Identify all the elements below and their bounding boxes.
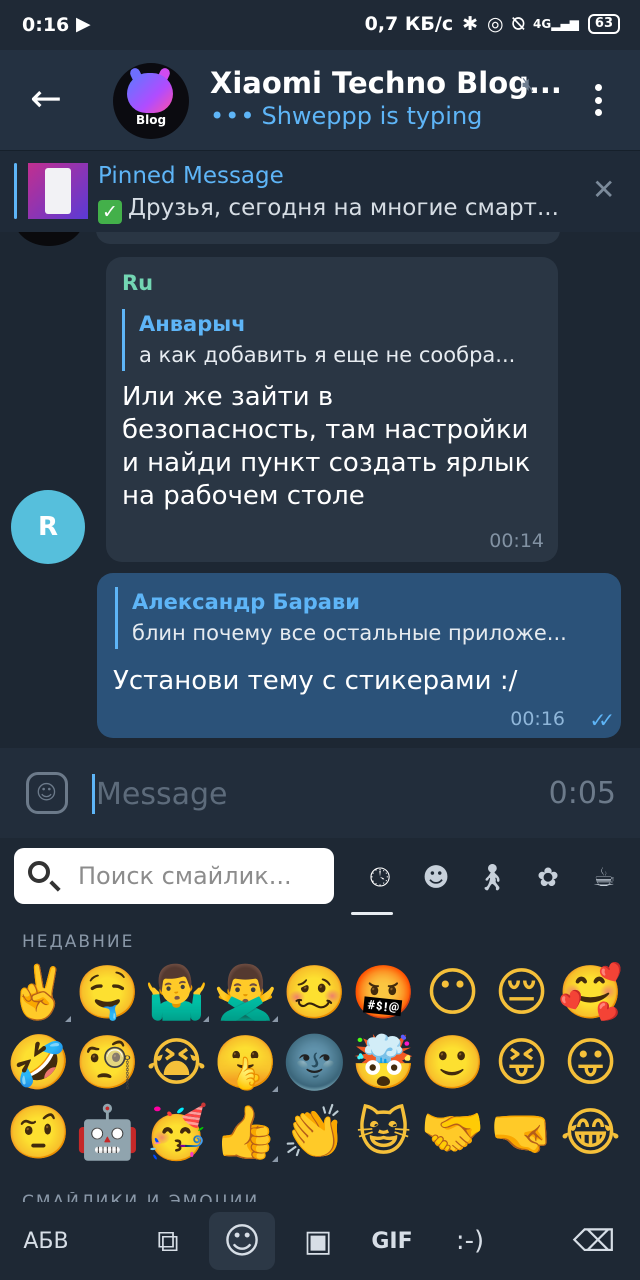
emoji-item[interactable]: 🤖: [73, 1098, 142, 1168]
message-time: 00:16: [510, 708, 565, 730]
gif-button[interactable]: GIF: [362, 1212, 422, 1270]
previous-sender-avatar: [14, 232, 84, 246]
text-cursor: [92, 774, 95, 814]
reply-text: блин почему все остальные приложе...: [132, 621, 567, 645]
muted-icon: 🔇︎: [522, 72, 535, 96]
status-right: 0,7 КБ/с ✱ ◎ ⍉ 4G▂▄▆ 63: [365, 13, 620, 35]
emoji-item[interactable]: 🤯: [349, 1028, 418, 1098]
reply-text: а как добавить я еще не сообра...: [139, 343, 516, 367]
emoji-item[interactable]: 🤨: [4, 1098, 73, 1168]
outgoing-message[interactable]: Александр Барави блин почему все остальн…: [97, 573, 621, 738]
previous-message-bubble[interactable]: [96, 232, 560, 244]
message-list[interactable]: Ru Анварыч а как добавить я еще не сообр…: [0, 232, 640, 748]
search-icon: [28, 861, 50, 883]
reply-author: Александр Барави: [132, 590, 360, 614]
emoji-item[interactable]: 🥳: [142, 1098, 211, 1168]
reply-quote[interactable]: Анварыч а как добавить я еще не сообра..…: [122, 309, 542, 371]
emoji-panel: 🕓︎ ☻ 🚶︎ ✿ ☕︎ НЕДАВНИЕ ✌️🤤🤷‍♂️🙅‍♂️🥴🤬😶😔🥰 🤣🧐…: [0, 838, 640, 1202]
more-menu-icon[interactable]: [586, 78, 610, 122]
clipboard-search-icon[interactable]: ⧉: [140, 1212, 196, 1270]
chat-header: ← Blog Xiaomi Techno Blog... 🔇︎ ••• Shwep…: [0, 50, 640, 150]
chat-avatar[interactable]: Blog: [113, 63, 189, 139]
nature-category-icon[interactable]: ✿: [520, 858, 576, 898]
emoji-item[interactable]: 🥴: [280, 958, 349, 1028]
emoji-item[interactable]: 🌚: [280, 1028, 349, 1098]
avatar-label: Blog: [135, 113, 167, 127]
sender-avatar[interactable]: R: [11, 490, 85, 564]
emoji-item[interactable]: 😺: [349, 1098, 418, 1168]
abc-keyboard-button[interactable]: АБВ: [14, 1212, 78, 1270]
emoji-item[interactable]: 😶: [418, 958, 487, 1028]
close-icon[interactable]: ✕: [592, 173, 615, 206]
message-time: 00:14: [489, 530, 544, 552]
emoji-search[interactable]: [14, 848, 334, 904]
pinned-accent-bar: [14, 163, 17, 219]
emoji-item[interactable]: 😝: [487, 1028, 556, 1098]
emoji-item[interactable]: 🤫: [211, 1028, 280, 1098]
signal-icon: 4G▂▄▆: [533, 17, 579, 31]
sticker-icon[interactable]: ▣: [290, 1212, 346, 1270]
emoji-item[interactable]: 🥰: [556, 958, 625, 1028]
people-category-icon[interactable]: 🚶︎: [464, 858, 520, 898]
reply-quote[interactable]: Александр Барави блин почему все остальн…: [115, 587, 605, 649]
active-tab-indicator: [351, 912, 393, 915]
incoming-message[interactable]: Ru Анварыч а как добавить я еще не сообр…: [106, 257, 558, 562]
pinned-thumbnail: [28, 163, 88, 219]
food-category-icon[interactable]: ☕︎: [576, 858, 632, 898]
emoji-item[interactable]: 🤜: [487, 1098, 556, 1168]
emoji-item[interactable]: 👍: [211, 1098, 280, 1168]
alarm-off-icon: ⍉: [512, 13, 525, 35]
message-sender[interactable]: Ru: [122, 271, 153, 295]
message-composer: ☺ 0:05: [0, 748, 640, 838]
back-arrow-icon[interactable]: ←: [30, 79, 70, 120]
emoji-item[interactable]: 👏: [280, 1098, 349, 1168]
message-text: Установи тему с стикерами :/: [113, 666, 518, 696]
emoji-item[interactable]: 🤣: [4, 1028, 73, 1098]
emoji-item[interactable]: ✌️: [4, 958, 73, 1028]
emoticon-button[interactable]: :-): [440, 1212, 500, 1270]
telegram-chat-screen: 0:16 ▶ 0,7 КБ/с ✱ ◎ ⍉ 4G▂▄▆ 63 ← Blog Xi…: [0, 0, 640, 1280]
message-input[interactable]: [96, 774, 516, 814]
emoji-keyboard-icon[interactable]: ☺: [209, 1212, 275, 1270]
checkmark-icon: ✓: [98, 200, 122, 224]
emoji-item[interactable]: 🤤: [73, 958, 142, 1028]
emoji-item[interactable]: 😭: [142, 1028, 211, 1098]
recent-clock-icon[interactable]: 🕓︎: [352, 858, 408, 898]
sticker-toggle-icon[interactable]: ☺: [26, 772, 68, 814]
emoji-item[interactable]: 🧐: [73, 1028, 142, 1098]
battery-icon: 63: [587, 14, 620, 34]
status-time: 0:16: [22, 14, 70, 36]
keyboard-bottom-bar: АБВ ⧉ ☺ ▣ GIF :-) ⌫: [0, 1202, 640, 1280]
backspace-icon[interactable]: ⌫: [566, 1212, 622, 1270]
emoji-item[interactable]: 🤝: [418, 1098, 487, 1168]
emoji-grid: ✌️ 🤤 🤷‍♂️ 🙅‍♂️ 🥴 🤬 😶 😔 🥰 🤣 🧐 😭 🤫 🌚 🤯 🙂 😝 😛 🤨 🤖 🥳 👍 👏 😺 🤝 🤜 😂: [4, 958, 640, 1168]
message-text: Или же зайти в безопасность, там настрой…: [122, 382, 531, 511]
emoji-item[interactable]: 🤷‍♂️: [142, 958, 211, 1028]
reply-author: Анварыч: [139, 312, 246, 336]
section-recent-label: НЕДАВНИЕ: [22, 932, 135, 952]
pinned-message[interactable]: Pinned Message ✓ Друзья, сегодня на многи…: [0, 150, 640, 232]
pinned-text: ✓ Друзья, сегодня на многие смарт...: [98, 195, 558, 224]
emoji-item[interactable]: 😛: [556, 1028, 625, 1098]
pinned-title: Pinned Message: [98, 163, 284, 189]
chat-title[interactable]: Xiaomi Techno Blog...: [210, 66, 562, 100]
emoji-item[interactable]: 🙂: [418, 1028, 487, 1098]
silent-mode-icon: ◎: [487, 13, 504, 35]
emoji-item[interactable]: 😔: [487, 958, 556, 1028]
emoji-item[interactable]: 😂: [556, 1098, 625, 1168]
emoji-search-input[interactable]: [78, 858, 328, 894]
section-smileys-label: СМАЙЛИКИ И ЭМОЦИИ: [22, 1192, 260, 1202]
emoji-item[interactable]: 🤬: [349, 958, 418, 1028]
play-icon: ▶: [76, 13, 91, 35]
typing-status: ••• Shweppp is typing: [210, 102, 483, 130]
typing-dots-icon: •••: [210, 102, 256, 130]
smiley-category-icon[interactable]: ☻: [408, 858, 464, 898]
read-checkmarks-icon: ✓✓: [589, 708, 614, 732]
record-time: 0:05: [548, 776, 616, 811]
network-speed: 0,7 КБ/с: [364, 13, 454, 35]
emoji-item[interactable]: 🙅‍♂️: [211, 958, 280, 1028]
status-bar: 0:16 ▶ 0,7 КБ/с ✱ ◎ ⍉ 4G▂▄▆ 63: [0, 0, 640, 50]
emoji-category-tabs: 🕓︎ ☻ 🚶︎ ✿ ☕︎: [352, 858, 632, 898]
bluetooth-icon: ✱: [462, 13, 479, 35]
